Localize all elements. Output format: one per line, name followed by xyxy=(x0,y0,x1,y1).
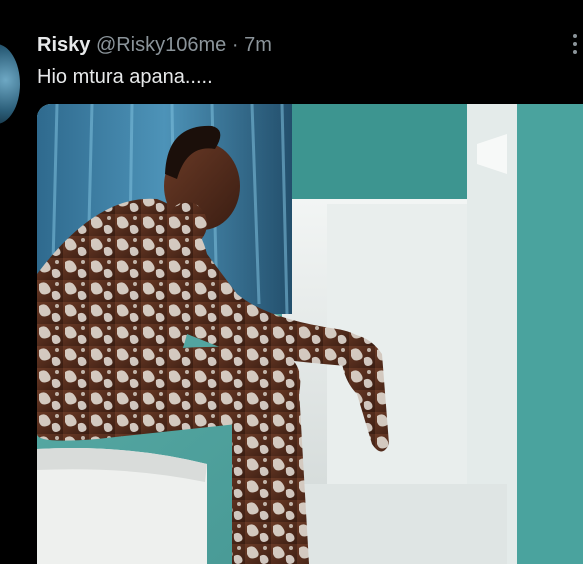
separator-dot: · xyxy=(231,34,239,56)
bathroom-photo xyxy=(37,104,583,564)
more-dot xyxy=(573,34,577,38)
author-handle[interactable]: @Risky106me xyxy=(96,34,226,56)
more-options-icon[interactable] xyxy=(573,34,579,54)
author-name[interactable]: Risky xyxy=(37,34,90,56)
more-dot xyxy=(573,50,577,54)
more-dot xyxy=(573,42,577,46)
tweet-text: Hio mtura apana..... xyxy=(37,66,213,88)
avatar[interactable] xyxy=(0,44,20,124)
timestamp[interactable]: 7m xyxy=(244,34,272,56)
tweet-header: Risky @Risky106me · 7m xyxy=(37,34,272,57)
tweet-media-image[interactable] xyxy=(37,104,583,564)
